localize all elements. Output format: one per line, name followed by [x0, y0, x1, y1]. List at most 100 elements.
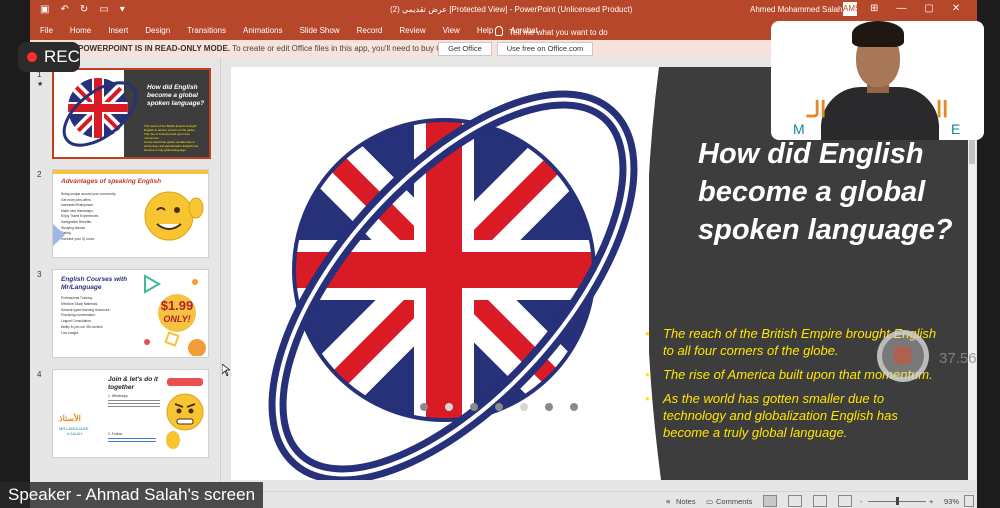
- rec-label: REC: [44, 47, 80, 66]
- brand-arabic: الأستاذ: [59, 414, 81, 423]
- tab-home[interactable]: Home: [70, 26, 91, 35]
- thumb-link-line: [108, 400, 160, 401]
- normal-view-icon[interactable]: [763, 495, 777, 507]
- slide-thumb-1[interactable]: How did English become a global spoken l…: [52, 68, 211, 159]
- thumb-bullets: Professional Tutoring. Effective Study M…: [61, 296, 141, 337]
- thumb-bullet: Increase your IQ score.: [61, 236, 96, 241]
- vertical-scrollbar[interactable]: [968, 100, 976, 480]
- undo-icon[interactable]: ↶: [60, 4, 68, 15]
- record-dot-icon: [27, 52, 37, 62]
- webcam-video: الـ اا M E: [771, 21, 984, 140]
- thumb-bullet: Low budget.: [61, 330, 79, 335]
- avatar[interactable]: AMS: [843, 2, 860, 16]
- wink-emoji-icon: [144, 191, 204, 241]
- recording-indicator: REC: [18, 42, 80, 72]
- thumb-item: 2. Follow: [108, 432, 123, 436]
- title-bar: ▣ ↶ ↻ ▭ ▾ عرض تقديمي (2) [Protected View…: [30, 0, 977, 20]
- qat-more-icon[interactable]: ▾: [120, 4, 125, 15]
- message-body: To create or edit Office files in this a…: [232, 44, 460, 53]
- slide-sorter-icon[interactable]: [788, 495, 802, 507]
- message-text: POWERPOINT IS IN READ-ONLY MODE. To crea…: [78, 44, 459, 53]
- thumb-item: 1. Whatsapp: [108, 394, 128, 398]
- lightbulb-icon: [495, 26, 503, 36]
- thumb-title: How did English become a global spoken l…: [147, 84, 205, 107]
- comments-icon[interactable]: ▭: [706, 497, 713, 506]
- uk-flag-globe-thumb: [62, 78, 138, 147]
- handle-dot[interactable]: [520, 403, 528, 411]
- timer-value: 37.56: [939, 350, 977, 367]
- tab-review[interactable]: Review: [399, 26, 425, 35]
- tab-file[interactable]: File: [40, 26, 53, 35]
- thumb-bullets: Being unique around your community. Get …: [61, 192, 136, 242]
- handle-dot[interactable]: [420, 403, 428, 411]
- background-logo-letter: E: [951, 121, 961, 137]
- tab-transitions[interactable]: Transitions: [187, 26, 226, 35]
- thumb-link-line: [108, 441, 156, 442]
- handle-dot[interactable]: [445, 403, 453, 411]
- slide-title: How did English become a global spoken l…: [698, 138, 953, 246]
- background-logo-arabic: اا: [936, 97, 949, 122]
- brand-sub: A.SALAH: [67, 432, 82, 436]
- zoom-slider-knob[interactable]: [896, 497, 899, 505]
- tell-me-label: Tell me what you want to do: [509, 28, 608, 37]
- speaker-body: [821, 87, 939, 140]
- maximize-icon[interactable]: ▢: [924, 3, 933, 14]
- tab-help[interactable]: Help: [477, 26, 493, 35]
- tab-record[interactable]: Record: [357, 26, 383, 35]
- slideshow-view-icon[interactable]: [838, 495, 852, 507]
- thumb-top-band: [53, 170, 208, 174]
- tell-me-search[interactable]: Tell me what you want to do: [495, 26, 608, 37]
- present-icon[interactable]: ▭: [99, 4, 108, 15]
- mouse-cursor-icon: [222, 364, 230, 376]
- notes-icon[interactable]: ≡: [666, 497, 670, 506]
- slide-thumb-2[interactable]: Advantages of speaking English Being uni…: [52, 169, 209, 258]
- tab-view[interactable]: View: [443, 26, 460, 35]
- use-free-button[interactable]: Use free on Office.com: [497, 42, 593, 56]
- quick-access-toolbar: ▣ ↶ ↻ ▭ ▾: [40, 4, 125, 15]
- close-icon[interactable]: ✕: [952, 3, 960, 14]
- thumb-number: 2: [37, 170, 42, 179]
- tab-slide-show[interactable]: Slide Show: [300, 26, 340, 35]
- window-controls: ⊞ — ▢ ✕: [870, 3, 960, 14]
- angry-emoji-icon: [166, 378, 204, 449]
- message-bold: POWERPOINT IS IN READ-ONLY MODE.: [78, 44, 231, 53]
- save-icon[interactable]: ▣: [40, 4, 49, 15]
- zoom-in-button[interactable]: +: [929, 497, 933, 506]
- brand-english: MR.LANGUAGE: [59, 426, 89, 431]
- recording-timer[interactable]: 37.56: [877, 330, 995, 392]
- price-note: ONLY!: [163, 314, 191, 324]
- comments-button[interactable]: Comments: [716, 497, 752, 506]
- minimize-icon[interactable]: —: [896, 3, 906, 14]
- fit-slide-icon[interactable]: [964, 495, 974, 507]
- thumb-number: 3: [37, 270, 42, 279]
- background-logo-letter: M: [793, 121, 805, 137]
- tab-design[interactable]: Design: [145, 26, 170, 35]
- notes-button[interactable]: Notes: [676, 497, 696, 506]
- reading-view-icon[interactable]: [813, 495, 827, 507]
- handle-dot[interactable]: [570, 403, 578, 411]
- user-name[interactable]: Ahmed Mohammed Salah: [750, 5, 843, 14]
- speaker-label: Speaker - Ahmad Salah's screen: [0, 482, 264, 508]
- slide-thumb-4[interactable]: Join & let's do it together 1. Whatsapp …: [52, 369, 209, 458]
- ribbon-display-icon[interactable]: ⊞: [870, 3, 878, 14]
- thumb-bullet: The reach of the British Empire brought …: [144, 124, 197, 132]
- thumb-number: 4: [37, 370, 42, 379]
- tab-insert[interactable]: Insert: [108, 26, 128, 35]
- thumb-link-line: [108, 403, 160, 404]
- zoom-out-button[interactable]: -: [860, 497, 863, 506]
- handle-dot[interactable]: [495, 403, 503, 411]
- thumb-title: Join & let's do it together: [108, 376, 158, 391]
- slide-thumb-3[interactable]: English Courses with Mr/Language Profess…: [52, 269, 209, 358]
- scrollbar-thumb[interactable]: [969, 140, 975, 164]
- price-value: $1.99: [160, 298, 194, 313]
- handle-dot[interactable]: [470, 403, 478, 411]
- stop-icon[interactable]: [894, 347, 911, 364]
- get-office-button[interactable]: Get Office: [438, 42, 492, 56]
- redo-icon[interactable]: ↻: [80, 4, 88, 15]
- thumb-title: English Courses with Mr/Language: [61, 276, 128, 291]
- tab-animations[interactable]: Animations: [243, 26, 283, 35]
- handle-dot[interactable]: [545, 403, 553, 411]
- zoom-level[interactable]: 93%: [944, 497, 959, 506]
- thumb-bullet: As the world has gotten smaller due to t…: [144, 140, 199, 152]
- thumb-bullets: The reach of the British Empire brought …: [144, 124, 206, 152]
